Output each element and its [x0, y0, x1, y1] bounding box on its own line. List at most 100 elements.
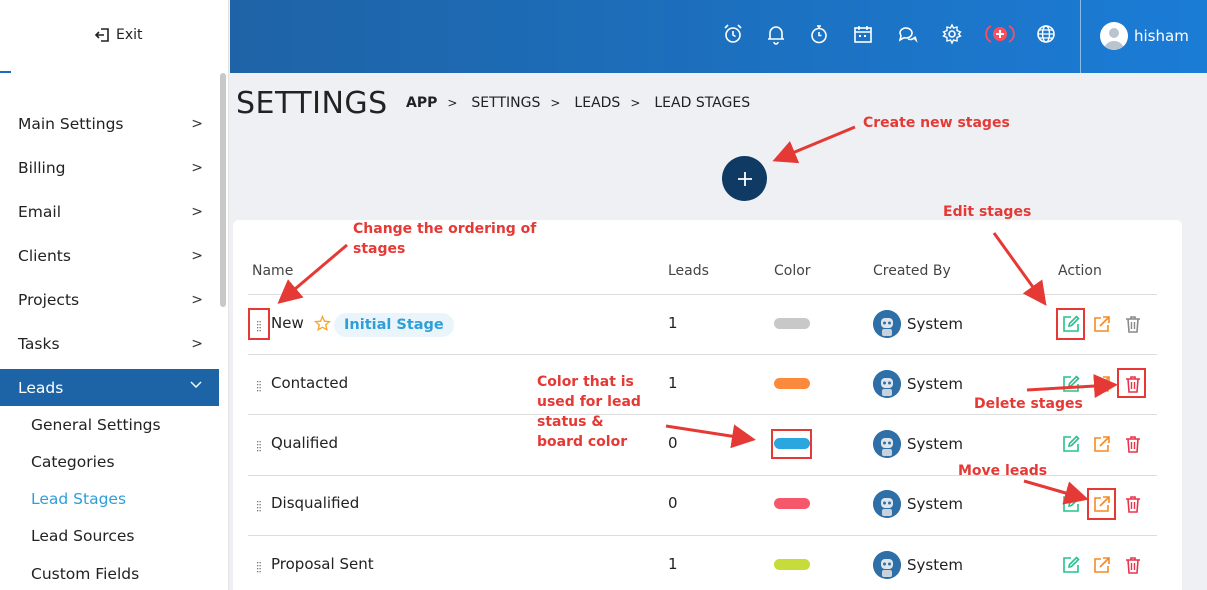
- move-leads-icon[interactable]: [1091, 554, 1113, 576]
- delete-stage-icon[interactable]: [1122, 433, 1144, 455]
- sidebar-subitem-custom-fields[interactable]: Custom Fields: [31, 565, 139, 583]
- stage-leads-count: 0: [668, 494, 678, 512]
- created-by-name: System: [907, 556, 963, 574]
- sidebar-item-label: Tasks: [18, 335, 60, 353]
- created-by-name: System: [907, 495, 963, 513]
- delete-stage-icon[interactable]: [1122, 493, 1144, 515]
- stage-color-swatch: [774, 378, 810, 389]
- annotation-ordering-line2: stages: [353, 241, 406, 257]
- initial-stage-badge: Initial Stage: [334, 313, 454, 337]
- move-leads-icon[interactable]: [1091, 373, 1113, 395]
- drag-handle-icon[interactable]: [256, 497, 262, 512]
- sidebar-subitem-lead-sources[interactable]: Lead Sources: [31, 527, 134, 545]
- exit-label: Exit: [116, 27, 143, 43]
- sidebar: Exit Main Settings > Billing > Email > Clie…: [0, 0, 229, 590]
- gear-icon[interactable]: [940, 22, 964, 46]
- created-by: System: [873, 370, 963, 398]
- exit-icon: [94, 28, 109, 42]
- sidebar-item-label: Email: [18, 203, 62, 221]
- column-header-color: Color: [774, 263, 811, 279]
- sidebar-item-main-settings[interactable]: Main Settings >: [0, 106, 219, 142]
- stage-color-swatch: [774, 498, 810, 509]
- robot-avatar-icon: [873, 310, 901, 338]
- stage-leads-count: 1: [668, 314, 678, 332]
- delete-stage-icon[interactable]: [1122, 313, 1144, 335]
- annotation-color-line2: used for lead: [537, 394, 641, 410]
- sidebar-item-label: Billing: [18, 159, 66, 177]
- row-divider: [248, 535, 1157, 536]
- annotation-create: Create new stages: [863, 115, 1010, 131]
- chat-icon[interactable]: [895, 22, 919, 46]
- avatar: [1100, 22, 1128, 50]
- sidebar-item-leads[interactable]: Leads: [0, 369, 219, 406]
- exit-button[interactable]: Exit: [94, 26, 143, 44]
- stage-leads-count: 1: [668, 555, 678, 573]
- move-leads-icon[interactable]: [1091, 313, 1113, 335]
- created-by: System: [873, 551, 963, 579]
- drag-handle-icon[interactable]: [256, 558, 262, 573]
- sidebar-subitem-general-settings[interactable]: General Settings: [31, 416, 161, 434]
- move-leads-icon[interactable]: [1091, 433, 1113, 455]
- row-divider: [248, 414, 1157, 415]
- sidebar-subitem-categories[interactable]: Categories: [31, 453, 115, 471]
- add-circle-icon[interactable]: [985, 22, 1015, 46]
- bell-icon[interactable]: [764, 22, 788, 46]
- created-by-name: System: [907, 375, 963, 393]
- user-menu[interactable]: hisham: [1100, 22, 1189, 50]
- breadcrumb-leads[interactable]: LEADS: [574, 95, 620, 111]
- created-by: System: [873, 490, 963, 518]
- breadcrumb: APP > SETTINGS > LEADS > LEAD STAGES: [406, 95, 750, 111]
- edit-stage-icon[interactable]: [1060, 493, 1082, 515]
- sidebar-item-clients[interactable]: Clients >: [0, 238, 219, 274]
- robot-avatar-icon: [873, 370, 901, 398]
- created-by: System: [873, 430, 963, 458]
- stage-name: Qualified: [271, 434, 339, 452]
- column-header-leads: Leads: [668, 263, 709, 279]
- globe-icon[interactable]: [1034, 22, 1058, 46]
- breadcrumb-app[interactable]: APP: [406, 95, 437, 111]
- drag-handle-icon[interactable]: [256, 437, 262, 452]
- exit-underline: [0, 71, 11, 73]
- annotation-box-edit: [1056, 308, 1085, 340]
- sidebar-scrollbar[interactable]: [220, 73, 226, 307]
- stage-color-swatch: [774, 559, 810, 570]
- chevron-right-icon: >: [191, 116, 203, 132]
- row-divider: [248, 294, 1157, 295]
- delete-stage-icon[interactable]: [1122, 554, 1144, 576]
- edit-stage-icon[interactable]: [1060, 373, 1082, 395]
- robot-avatar-icon: [873, 551, 901, 579]
- stage-name: Disqualified: [271, 494, 360, 512]
- annotation-color-line3: status &: [537, 414, 604, 430]
- drag-handle-icon[interactable]: [256, 377, 262, 392]
- stopwatch-icon[interactable]: [807, 22, 831, 46]
- annotation-box-color: [771, 429, 812, 459]
- stage-name: Proposal Sent: [271, 555, 374, 573]
- stage-leads-count: 1: [668, 374, 678, 392]
- chevron-right-icon: >: [191, 292, 203, 308]
- sidebar-item-email[interactable]: Email >: [0, 194, 219, 230]
- star-icon[interactable]: [314, 315, 331, 332]
- row-divider: [248, 354, 1157, 355]
- edit-stage-icon[interactable]: [1060, 433, 1082, 455]
- sidebar-subitem-lead-stages[interactable]: Lead Stages: [31, 490, 126, 508]
- header-divider: [1080, 0, 1081, 73]
- plus-icon: [737, 171, 752, 186]
- chevron-right-icon: >: [447, 96, 458, 110]
- stage-name: New: [271, 314, 304, 332]
- chevron-right-icon: >: [191, 160, 203, 176]
- calendar-icon[interactable]: [851, 22, 875, 46]
- sidebar-item-billing[interactable]: Billing >: [0, 150, 219, 186]
- sidebar-item-projects[interactable]: Projects >: [0, 282, 219, 318]
- chevron-right-icon: >: [191, 336, 203, 352]
- stage-name: Contacted: [271, 374, 349, 392]
- alarm-icon[interactable]: [721, 22, 745, 46]
- sidebar-item-label: Main Settings: [18, 115, 124, 133]
- breadcrumb-settings[interactable]: SETTINGS: [471, 95, 540, 111]
- add-stage-button[interactable]: [722, 156, 767, 201]
- sidebar-item-tasks[interactable]: Tasks >: [0, 326, 219, 362]
- annotation-color-line1: Color that is: [537, 374, 634, 390]
- annotation-color-line4: board color: [537, 434, 628, 450]
- annotation-edit: Edit stages: [943, 204, 1032, 220]
- stage-color-swatch: [774, 318, 810, 329]
- edit-stage-icon[interactable]: [1060, 554, 1082, 576]
